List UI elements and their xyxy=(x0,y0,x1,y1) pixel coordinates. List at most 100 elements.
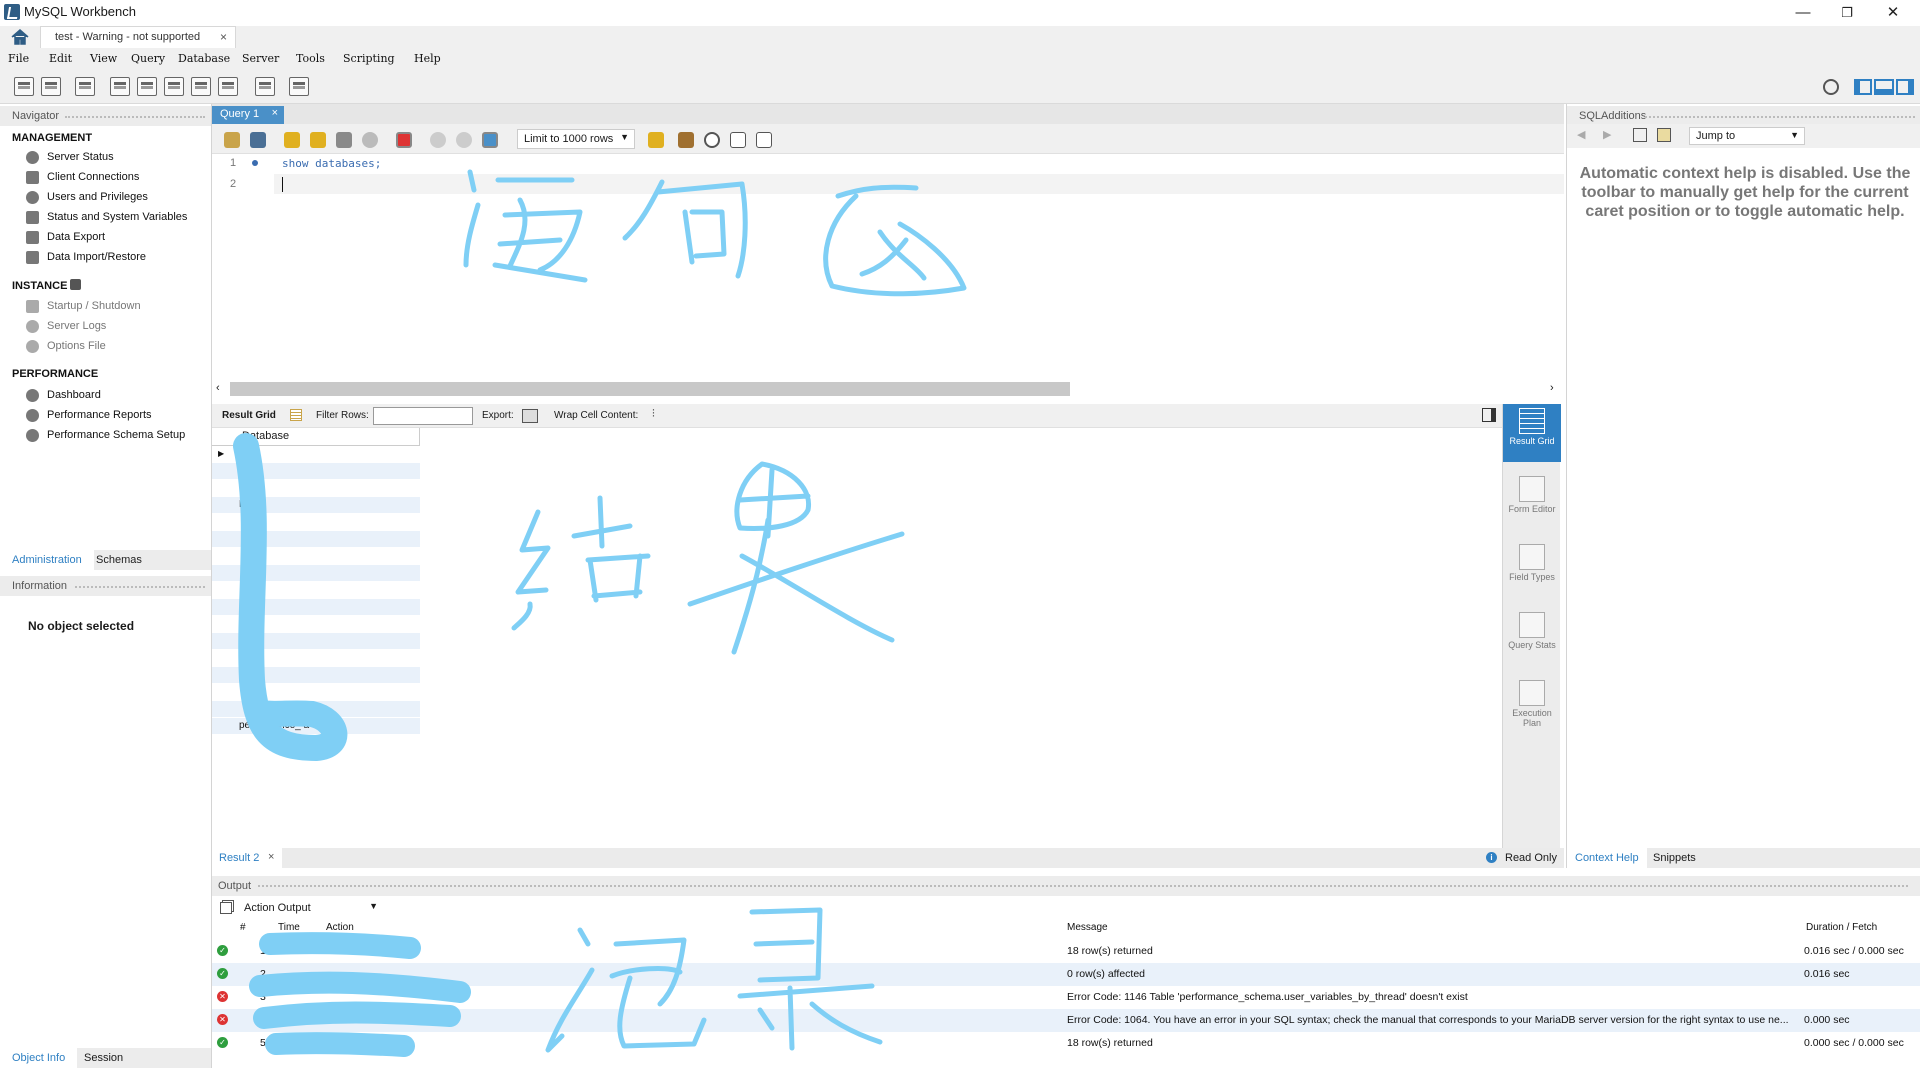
table-row[interactable] xyxy=(212,565,420,582)
menu-file[interactable]: File xyxy=(8,52,29,65)
find-icon[interactable] xyxy=(704,132,720,148)
tab-session[interactable]: Session xyxy=(84,1052,123,1064)
menu-tools[interactable]: Tools xyxy=(296,52,325,65)
filter-rows-input[interactable] xyxy=(373,407,473,425)
output-mode-select[interactable]: Action Output ▼ xyxy=(240,899,384,917)
nav-server-status[interactable]: Server Status xyxy=(0,151,210,167)
menu-help[interactable]: Help xyxy=(414,52,441,65)
table-row[interactable]: D xyxy=(212,497,420,514)
result-tab-close-icon[interactable]: × xyxy=(268,851,274,863)
side-field-types[interactable]: Field Types xyxy=(1503,544,1561,582)
table-row[interactable] xyxy=(212,684,420,701)
table-row[interactable]: ✓ 5 18 row(s) returned 0.000 sec / 0.000… xyxy=(212,1032,1920,1055)
wrap-icon[interactable]: ⫶ xyxy=(652,408,655,421)
table-row[interactable] xyxy=(212,616,420,633)
code-line[interactable]: show databases; xyxy=(282,157,381,170)
nav-status-variables[interactable]: Status and System Variables xyxy=(0,211,210,227)
column-header-database[interactable]: Database xyxy=(212,428,420,446)
execute-icon[interactable] xyxy=(284,132,300,148)
beautify-icon[interactable] xyxy=(678,132,694,148)
toggle-sidebar-icon[interactable] xyxy=(1854,79,1872,95)
open-sql-script-icon[interactable] xyxy=(41,77,61,96)
table-row[interactable]: performance_ a xyxy=(212,718,420,735)
menu-edit[interactable]: Edit xyxy=(49,52,72,65)
create-view-icon[interactable] xyxy=(164,77,184,96)
tab-administration[interactable]: Administration xyxy=(0,550,94,570)
scrollbar-thumb[interactable] xyxy=(230,382,1070,396)
table-row[interactable] xyxy=(212,548,420,565)
new-sql-tab-icon[interactable] xyxy=(14,77,34,96)
table-row[interactable]: ✕ 4 Error Code: 1064. You have an error … xyxy=(212,1009,1920,1032)
table-row[interactable] xyxy=(212,480,420,497)
word-wrap-icon[interactable] xyxy=(756,132,772,148)
stop-icon[interactable] xyxy=(362,132,378,148)
toggle-output-icon[interactable] xyxy=(1874,79,1894,95)
autocommit-icon[interactable] xyxy=(482,132,498,148)
restore-button[interactable]: ❐ xyxy=(1830,3,1864,23)
copy-icon[interactable] xyxy=(220,902,232,914)
table-row[interactable] xyxy=(212,633,420,650)
manual-help-icon[interactable] xyxy=(1633,128,1647,142)
rollback-icon[interactable] xyxy=(456,132,472,148)
commit-icon[interactable] xyxy=(430,132,446,148)
toggle-secondary-sidebar-icon[interactable] xyxy=(1896,79,1914,95)
menu-database[interactable]: Database xyxy=(178,52,230,65)
table-row[interactable] xyxy=(212,514,420,531)
toggle-error-stop-icon[interactable] xyxy=(396,132,412,148)
create-function-icon[interactable] xyxy=(218,77,238,96)
invisible-chars-icon[interactable] xyxy=(730,132,746,148)
table-row[interactable]: ▶ w xyxy=(212,446,420,463)
table-row[interactable] xyxy=(212,599,420,616)
nav-data-import[interactable]: Data Import/Restore xyxy=(0,251,210,267)
open-file-icon[interactable] xyxy=(224,132,240,148)
back-icon[interactable]: ◀ xyxy=(1577,128,1585,141)
table-row[interactable] xyxy=(212,701,420,718)
nav-dashboard[interactable]: Dashboard xyxy=(0,389,210,405)
table-row[interactable] xyxy=(212,667,420,684)
toggle-result-panel-icon[interactable] xyxy=(1482,408,1496,422)
scroll-left-icon[interactable]: ‹ xyxy=(216,382,220,394)
side-query-stats[interactable]: Query Stats xyxy=(1503,612,1561,650)
explain-icon[interactable] xyxy=(336,132,352,148)
close-window-button[interactable]: ✕ xyxy=(1876,3,1910,23)
export-icon[interactable] xyxy=(522,409,538,423)
table-row[interactable] xyxy=(212,531,420,548)
table-row[interactable]: ✓ 2 0 row(s) affected 0.016 sec xyxy=(212,963,1920,986)
connection-tab-close-icon[interactable]: × xyxy=(220,30,227,44)
menu-query[interactable]: Query xyxy=(131,52,165,65)
tab-schemas[interactable]: Schemas xyxy=(96,554,142,566)
inspector-icon[interactable] xyxy=(75,77,95,96)
preferences-gear-icon[interactable] xyxy=(1823,79,1839,95)
connection-tab[interactable]: test - Warning - not supported × xyxy=(40,26,236,48)
nav-client-connections[interactable]: Client Connections xyxy=(0,171,210,187)
nav-users-privileges[interactable]: Users and Privileges xyxy=(0,191,210,207)
side-form-editor[interactable]: Form Editor xyxy=(1503,476,1561,514)
table-row[interactable] xyxy=(212,463,420,480)
execute-current-icon[interactable] xyxy=(310,132,326,148)
table-row[interactable]: ✓ 1 18 row(s) returned 0.016 sec / 0.000… xyxy=(212,940,1920,963)
menu-server[interactable]: Server xyxy=(242,52,279,65)
nav-startup-shutdown[interactable]: Startup / Shutdown xyxy=(0,300,210,316)
tab-object-info[interactable]: Object Info xyxy=(0,1048,78,1068)
limit-rows-select[interactable]: Limit to 1000 rows ▼ xyxy=(517,129,635,149)
home-icon[interactable] xyxy=(10,28,30,46)
save-icon[interactable] xyxy=(250,132,266,148)
auto-help-icon[interactable] xyxy=(1657,128,1671,142)
add-snippet-icon[interactable] xyxy=(648,132,664,148)
nav-data-export[interactable]: Data Export xyxy=(0,231,210,247)
side-execution-plan[interactable]: Execution Plan xyxy=(1503,680,1561,728)
nav-schema-setup[interactable]: Performance Schema Setup xyxy=(0,429,210,445)
scroll-right-icon[interactable]: › xyxy=(1550,382,1554,394)
menu-scripting[interactable]: Scripting xyxy=(343,52,395,65)
create-schema-icon[interactable] xyxy=(110,77,130,96)
create-table-icon[interactable] xyxy=(137,77,157,96)
tab-context-help[interactable]: Context Help xyxy=(1567,848,1647,868)
query-tab[interactable]: Query 1 × xyxy=(212,106,284,124)
create-procedure-icon[interactable] xyxy=(191,77,211,96)
nav-performance-reports[interactable]: Performance Reports xyxy=(0,409,210,425)
nav-options-file[interactable]: Options File xyxy=(0,340,210,356)
jump-to-select[interactable]: Jump to ▼ xyxy=(1689,127,1805,145)
tab-snippets[interactable]: Snippets xyxy=(1653,852,1696,864)
table-row[interactable] xyxy=(212,582,420,599)
forward-icon[interactable]: ▶ xyxy=(1603,128,1611,141)
